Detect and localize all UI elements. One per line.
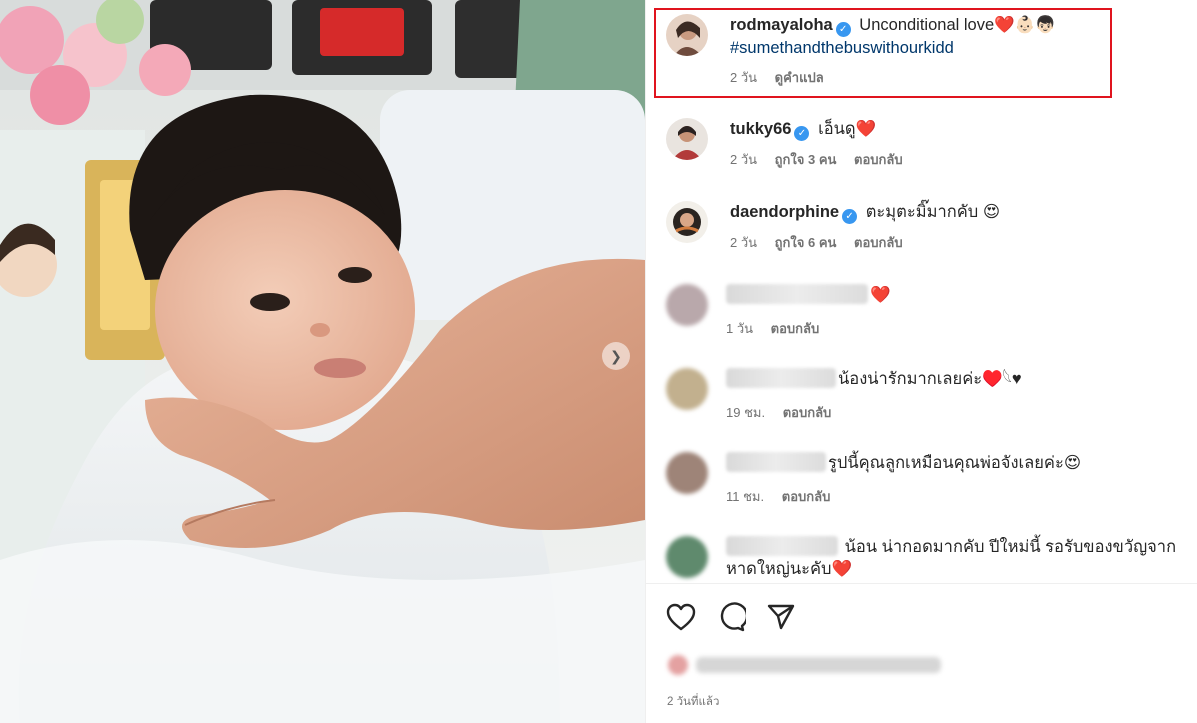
blurred-username [726,368,836,388]
comment-time: 11 ชม. [726,489,765,504]
reply-button[interactable]: ตอบกลับ [783,405,832,420]
posted-time: 2 วันที่แล้ว [667,696,720,708]
comment-text: น้อน น่ากอดมากคับ ปีใหม่นี้ รอรับของขวัญ… [844,538,1177,556]
blurred-username [726,284,868,304]
heart-outline-icon[interactable] [666,603,696,631]
comment-text: รูปนี้คุณลูกเหมือนคุณพ่อจังเลยค่ะ😍 [828,454,1082,472]
comment-bubble-icon[interactable] [716,602,746,632]
post-panel: rodmayaloha ✓ Unconditional love❤️👶🏻👦🏻 #s… [645,0,1197,723]
avatar[interactable] [666,118,708,160]
comment-time: 2 วัน [730,235,758,250]
avatar[interactable] [666,368,708,410]
avatar[interactable] [666,452,708,494]
chevron-right-icon: ❯ [610,347,622,364]
comment-username[interactable]: daendorphine [730,203,839,221]
verified-badge-icon: ✓ [842,209,858,224]
avatar[interactable] [666,284,708,326]
verified-badge-icon: ✓ [794,126,810,141]
section-divider [646,583,1197,584]
comment-username[interactable]: tukky66 [730,120,791,138]
reply-button[interactable]: ตอบกลับ [854,152,903,167]
reply-button[interactable]: ตอบกลับ [854,235,903,250]
blurred-username [726,536,838,556]
comment-time: 1 วัน [726,321,754,336]
blurred-username [726,452,826,472]
next-photo-button[interactable]: ❯ [602,342,630,370]
comment-likes[interactable]: ถูกใจ 6 คน [775,235,837,250]
blurred-likes-summary [666,652,946,678]
comment-time: 2 วัน [730,152,758,167]
baby-photo-illustration [0,0,645,723]
comment-text: เอ็นดู❤️ [818,120,877,138]
comment-text: ตะมุตะมิ๊มากคับ 😍 [865,203,1001,221]
action-bar [666,600,796,634]
reply-button[interactable]: ตอบกลับ [771,321,820,336]
comment-text: น้องน่ารักมากเลยค่ะ♥️𓆩♥ [838,370,1022,388]
post-photo[interactable]: ❯ [0,0,645,723]
comment-likes[interactable]: ถูกใจ 3 คน [775,152,837,167]
highlight-box [654,8,1112,98]
avatar[interactable] [666,201,708,243]
avatar[interactable] [666,536,708,578]
comment-text: ❤️ [870,286,891,304]
comment-text-continued: หาดใหญ่นะคับ❤️ [726,560,853,578]
comment-time: 19 ชม. [726,405,766,420]
reply-button[interactable]: ตอบกลับ [782,489,831,504]
paper-plane-icon[interactable] [766,603,796,631]
comments-list[interactable]: rodmayaloha ✓ Unconditional love❤️👶🏻👦🏻 #s… [646,0,1197,583]
